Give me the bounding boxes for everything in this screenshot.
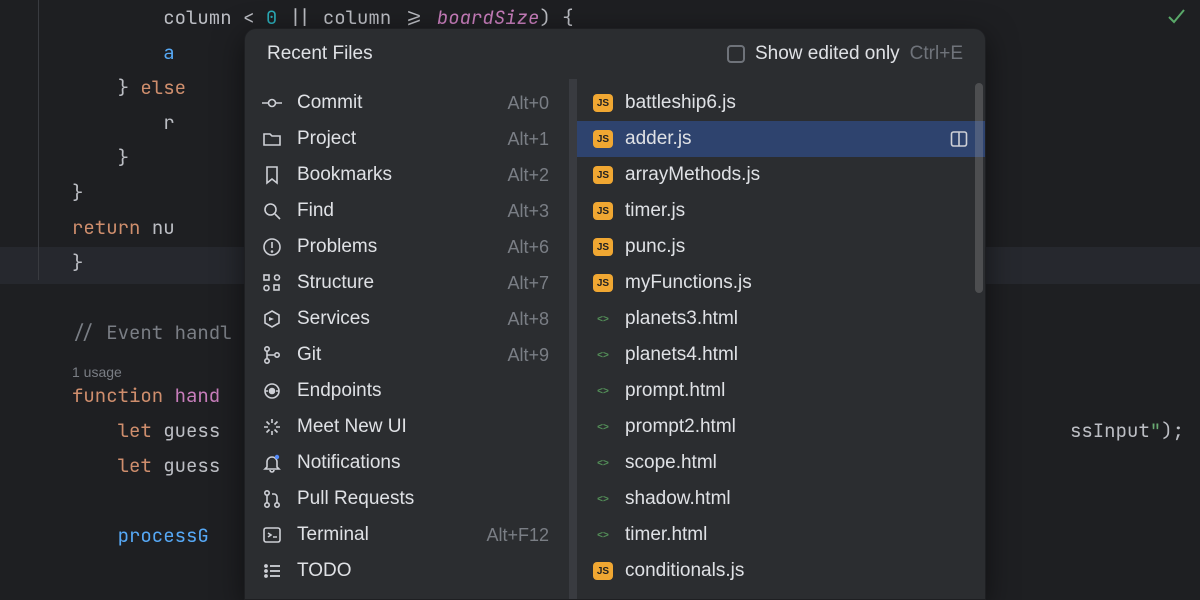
endpoints-icon [261,380,283,402]
tool-item-find[interactable]: Find Alt+3 [245,193,569,229]
tool-label: Services [297,308,370,330]
file-item[interactable]: JS arrayMethods.js [577,157,985,193]
tool-item-pr[interactable]: Pull Requests [245,481,569,517]
html-file-icon: <> [593,454,613,472]
js-file-icon: JS [593,94,613,112]
file-item[interactable]: <> planets4.html [577,337,985,373]
file-name: scope.html [625,452,717,474]
tool-label: Bookmarks [297,164,392,186]
tool-shortcut: Alt+F12 [486,525,549,546]
tool-item-git[interactable]: Git Alt+9 [245,337,569,373]
file-item[interactable]: <> planets3.html [577,301,985,337]
project-icon [261,128,283,150]
file-name: prompt.html [625,380,725,402]
tool-label: Terminal [297,524,369,546]
tool-label: Pull Requests [297,488,414,510]
html-file-icon: <> [593,346,613,364]
file-item[interactable]: JS adder.js [577,121,985,157]
file-name: battleship6.js [625,92,736,114]
file-name: shadow.html [625,488,731,510]
tool-label: Endpoints [297,380,382,402]
services-icon [261,308,283,330]
tool-item-terminal[interactable]: Terminal Alt+F12 [245,517,569,553]
tool-shortcut: Alt+3 [507,201,549,222]
file-item[interactable]: <> prompt2.html [577,409,985,445]
file-item[interactable]: JS conditionals.js [577,553,985,589]
js-file-icon: JS [593,166,613,184]
commit-icon [261,92,283,114]
file-item[interactable]: JS timer.js [577,193,985,229]
tool-shortcut: Alt+8 [507,309,549,330]
html-file-icon: <> [593,382,613,400]
pr-icon [261,488,283,510]
meetui-icon [261,416,283,438]
git-icon [261,344,283,366]
tool-item-bookmark[interactable]: Bookmarks Alt+2 [245,157,569,193]
notif-icon [261,452,283,474]
fold-guide [38,0,39,280]
code-line: } [72,245,1200,280]
popup-title: Recent Files [267,43,373,65]
terminal-icon [261,524,283,546]
tool-item-todo[interactable]: TODO [245,553,569,589]
file-item[interactable]: JS battleship6.js [577,85,985,121]
show-edited-checkbox[interactable] [727,45,745,63]
file-name: timer.js [625,200,685,222]
file-name: timer.html [625,524,707,546]
tool-item-commit[interactable]: Commit Alt+0 [245,85,569,121]
split-icon[interactable] [949,129,969,149]
recent-files-popup: Recent Files Show edited only Ctrl+E Com… [244,28,986,600]
tool-label: Notifications [297,452,401,474]
tool-window-list[interactable]: Commit Alt+0 Project Alt+1 Bookmarks Alt+2 Fin… [245,79,577,599]
html-file-icon: <> [593,490,613,508]
shortcut-hint: Ctrl+E [910,43,963,65]
file-name: adder.js [625,128,692,150]
tool-item-services[interactable]: Services Alt+8 [245,301,569,337]
tool-label: Git [297,344,321,366]
file-name: prompt2.html [625,416,736,438]
todo-icon [261,560,283,582]
find-icon [261,200,283,222]
tool-label: Meet New UI [297,416,407,438]
js-file-icon: JS [593,202,613,220]
file-name: arrayMethods.js [625,164,760,186]
tool-label: Project [297,128,356,150]
tool-label: Commit [297,92,362,114]
show-edited-label[interactable]: Show edited only [755,43,900,65]
tool-item-meetui[interactable]: Meet New UI [245,409,569,445]
tool-shortcut: Alt+9 [507,345,549,366]
tool-shortcut: Alt+0 [507,93,549,114]
html-file-icon: <> [593,526,613,544]
tool-label: TODO [297,560,352,582]
tool-item-notif[interactable]: Notifications [245,445,569,481]
popup-header: Recent Files Show edited only Ctrl+E [245,29,985,79]
html-file-icon: <> [593,310,613,328]
file-item[interactable]: <> shadow.html [577,481,985,517]
file-item[interactable]: <> scope.html [577,445,985,481]
html-file-icon: <> [593,418,613,436]
file-name: planets4.html [625,344,738,366]
tool-shortcut: Alt+1 [507,129,549,150]
recent-files-list[interactable]: JS battleship6.js JS adder.js JS arrayMethods… [577,79,985,599]
js-file-icon: JS [593,130,613,148]
tool-label: Find [297,200,334,222]
bookmark-icon [261,164,283,186]
file-name: conditionals.js [625,560,744,582]
inspection-ok-icon[interactable] [1166,6,1186,26]
file-name: planets3.html [625,308,738,330]
file-item[interactable]: <> prompt.html [577,373,985,409]
tool-shortcut: Alt+2 [507,165,549,186]
tool-item-project[interactable]: Project Alt+1 [245,121,569,157]
file-item[interactable]: <> timer.html [577,517,985,553]
tool-item-endpoints[interactable]: Endpoints [245,373,569,409]
js-file-icon: JS [593,562,613,580]
